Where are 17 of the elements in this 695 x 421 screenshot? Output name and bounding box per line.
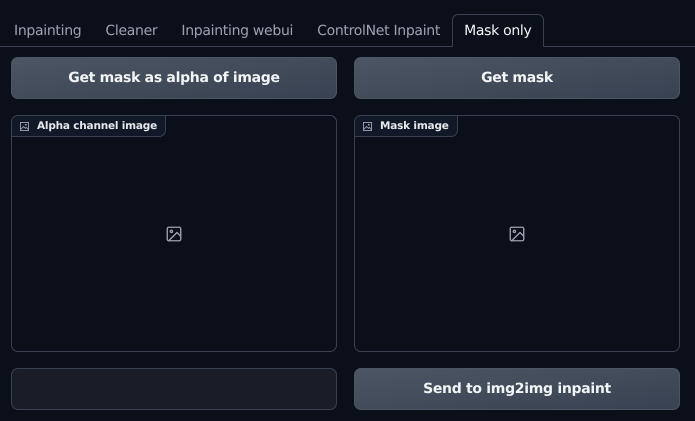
tab[interactable]: ControlNet Inpaint [305, 14, 452, 47]
action-button[interactable]: Get mask [354, 57, 680, 99]
image-panel[interactable]: Mask image [354, 115, 680, 352]
action-button[interactable]: Get mask as alpha of image [11, 57, 337, 99]
image-placeholder-icon [508, 224, 526, 242]
output-field[interactable] [11, 368, 337, 410]
send-button[interactable]: Send to img2img inpaint [354, 368, 680, 410]
image-icon [20, 122, 29, 130]
tab[interactable]: Inpainting webui [169, 14, 306, 47]
image-icon [363, 122, 372, 130]
tab[interactable]: Cleaner [93, 14, 170, 47]
image-panel[interactable]: Alpha channel image [11, 115, 337, 352]
label-text: Mask image [380, 120, 449, 132]
tab[interactable]: Mask only [452, 14, 544, 47]
image-placeholder-icon [165, 224, 183, 242]
label-text: Alpha channel image [37, 120, 158, 132]
tab[interactable]: Inpainting [2, 14, 94, 47]
